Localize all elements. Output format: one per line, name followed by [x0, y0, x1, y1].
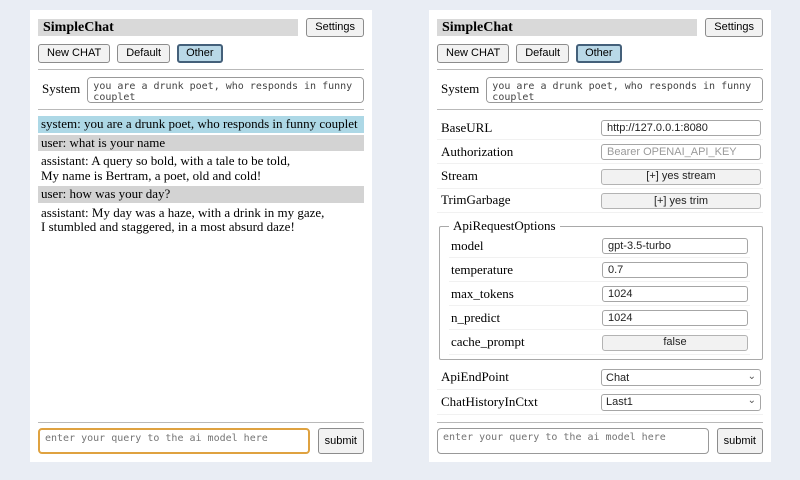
system-prompt-row: System you are a drunk poet, who respond… — [437, 75, 763, 103]
api-request-options-fieldset: ApiRequestOptions model temperature max_to… — [439, 218, 763, 360]
settings-button[interactable]: Settings — [705, 18, 763, 37]
setting-row-max-tokens: max_tokens — [449, 282, 750, 306]
chat-message-user: user: how was your day? — [38, 186, 364, 203]
setting-label-stream: Stream — [441, 168, 478, 184]
system-prompt-input[interactable]: you are a drunk poet, who responds in fu… — [87, 77, 364, 103]
settings-button[interactable]: Settings — [306, 18, 364, 37]
divider — [38, 69, 364, 70]
setting-row-trimgarbage: TrimGarbage [+] yes trim — [437, 189, 763, 214]
settings-panel: SimpleChat Settings New CHAT Default Oth… — [429, 10, 771, 462]
chat-messages: system: you are a drunk poet, who respon… — [38, 115, 364, 416]
new-chat-button[interactable]: New CHAT — [437, 44, 509, 63]
setting-row-authorization: Authorization — [437, 140, 763, 164]
divider — [38, 109, 364, 110]
setting-row-completionfreshchatalways: CompletionFreshChatAlways[+] yes fresh — [437, 415, 763, 417]
api-request-options-legend: ApiRequestOptions — [449, 218, 560, 234]
session-button-default[interactable]: Default — [516, 44, 569, 63]
settings-form: BaseURL Authorization Stream [+] yes stream… — [437, 115, 763, 416]
session-toolbar: New CHAT Default Other — [437, 44, 763, 63]
setting-row-apiendpoint: ApiEndPointChat⌄ — [437, 366, 763, 391]
setting-label-baseurl: BaseURL — [441, 120, 492, 136]
session-toolbar: New CHAT Default Other — [38, 44, 364, 63]
setting-label-chathistoryinctxt: ChatHistoryInCtxt — [441, 394, 538, 410]
api-request-options-fields: model temperature max_tokens n_predictcache… — [449, 234, 750, 355]
n-predict-input[interactable] — [602, 310, 748, 326]
setting-row-cache-prompt: cache_prompt false — [449, 330, 750, 355]
setting-label-n-predict: n_predict — [451, 310, 500, 326]
submit-button[interactable]: submit — [717, 428, 763, 454]
query-input[interactable] — [38, 428, 310, 454]
query-row: submit — [38, 428, 364, 454]
query-input[interactable] — [437, 428, 709, 454]
system-label: System — [441, 77, 479, 97]
settings-bottom-fields: ApiEndPointChat⌄ChatHistoryInCtxtLast1⌄C… — [437, 366, 763, 417]
divider — [38, 422, 364, 423]
setting-row-n-predict: n_predict — [449, 306, 750, 330]
setting-row-model: model — [449, 234, 750, 258]
submit-button[interactable]: submit — [318, 428, 364, 454]
setting-label-model: model — [451, 238, 484, 254]
setting-row-temperature: temperature — [449, 258, 750, 282]
setting-row-chathistoryinctxt: ChatHistoryInCtxtLast1⌄ — [437, 390, 763, 415]
setting-label-max-tokens: max_tokens — [451, 286, 514, 302]
divider — [437, 109, 763, 110]
app-title: SimpleChat — [38, 19, 298, 36]
cache-prompt-toggle-button[interactable]: false — [602, 335, 748, 351]
baseurl-input[interactable] — [601, 120, 761, 136]
chathistoryinctxt-select[interactable]: Last1 — [601, 394, 761, 411]
new-chat-button[interactable]: New CHAT — [38, 44, 110, 63]
setting-row-stream: Stream [+] yes stream — [437, 164, 763, 189]
session-button-other[interactable]: Other — [177, 44, 223, 63]
trimgarbage-toggle-button[interactable]: [+] yes trim — [601, 193, 761, 209]
setting-label-cache-prompt: cache_prompt — [451, 334, 525, 350]
query-row: submit — [437, 428, 763, 454]
system-label: System — [42, 77, 80, 97]
model-input[interactable] — [602, 238, 748, 254]
setting-label-trimgarbage: TrimGarbage — [441, 192, 511, 208]
chat-message-assistant: assistant: A query so bold, with a tale … — [38, 153, 364, 184]
chat-message-assistant: assistant: My day was a haze, with a dri… — [38, 205, 364, 236]
session-button-default[interactable]: Default — [117, 44, 170, 63]
temperature-input[interactable] — [602, 262, 748, 278]
system-prompt-input[interactable]: you are a drunk poet, who responds in fu… — [486, 77, 763, 103]
divider — [437, 69, 763, 70]
setting-label-temperature: temperature — [451, 262, 513, 278]
chat-message-system: system: you are a drunk poet, who respon… — [38, 116, 364, 133]
system-prompt-row: System you are a drunk poet, who respond… — [38, 75, 364, 103]
app-title: SimpleChat — [437, 19, 697, 36]
setting-label-authorization: Authorization — [441, 144, 513, 160]
settings-top-fields: BaseURL Authorization Stream [+] yes stream… — [437, 116, 763, 213]
session-button-other[interactable]: Other — [576, 44, 622, 63]
chat-message-user: user: what is your name — [38, 135, 364, 152]
titlebar: SimpleChat Settings — [437, 18, 763, 37]
divider — [437, 422, 763, 423]
max-tokens-input[interactable] — [602, 286, 748, 302]
titlebar: SimpleChat Settings — [38, 18, 364, 37]
stream-toggle-button[interactable]: [+] yes stream — [601, 169, 761, 185]
authorization-input[interactable] — [601, 144, 761, 160]
setting-row-baseurl: BaseURL — [437, 116, 763, 140]
setting-label-apiendpoint: ApiEndPoint — [441, 369, 509, 385]
apiendpoint-select[interactable]: Chat — [601, 369, 761, 386]
chat-panel: SimpleChat Settings New CHAT Default Oth… — [30, 10, 372, 462]
